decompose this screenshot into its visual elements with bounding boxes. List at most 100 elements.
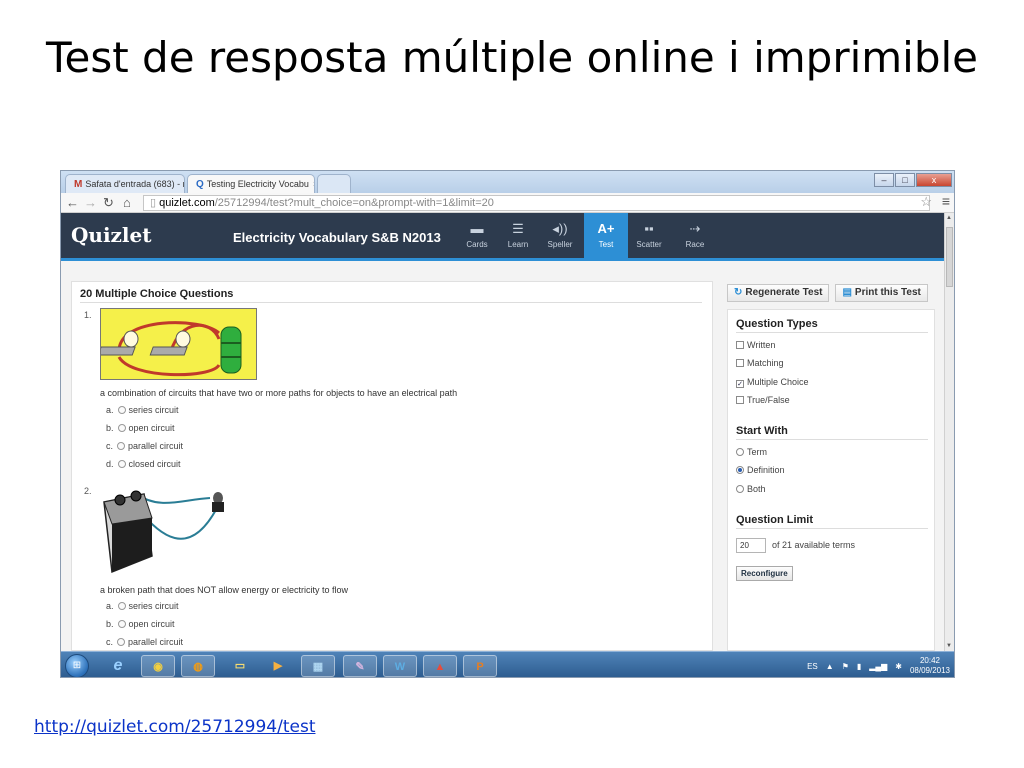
radio-button[interactable] xyxy=(117,424,126,432)
radio-button-selected[interactable] xyxy=(736,466,744,474)
signal-icon[interactable]: ▂▄▆ xyxy=(869,662,887,671)
print-test-button[interactable]: ▤ Print this Test xyxy=(835,284,928,302)
checkbox-written[interactable]: Written xyxy=(736,340,775,350)
new-tab-button[interactable] xyxy=(317,174,351,193)
checkbox-matching[interactable]: Matching xyxy=(736,358,784,368)
url-path: /25712994/test?mult_choice=on&prompt-wit… xyxy=(214,197,494,209)
firefox-icon[interactable]: ◍ xyxy=(181,655,215,677)
url-input[interactable]: ▯ quizlet.com/25712994/test?mult_choice=… xyxy=(143,195,930,211)
word-icon[interactable]: W xyxy=(383,655,417,677)
answer-option[interactable]: a. series circuit xyxy=(106,601,179,611)
address-bar-row: ← → ↻ ⌂ ▯ quizlet.com/25712994/test?mult… xyxy=(61,193,954,213)
window-close-icon[interactable]: x xyxy=(916,173,952,187)
answer-option[interactable]: c. parallel circuit xyxy=(106,637,183,647)
page-scrollbar[interactable]: ▲ ▼ xyxy=(944,213,954,651)
slide-link[interactable]: http://quizlet.com/25712994/test xyxy=(34,717,315,737)
question-number: 1. xyxy=(84,310,92,320)
checkbox-multiple-choice[interactable]: ✓ Multiple Choice xyxy=(736,377,809,388)
url-host: quizlet.com xyxy=(159,197,215,209)
mode-learn[interactable]: ☰ Learn xyxy=(496,213,540,258)
radio-both[interactable]: Both xyxy=(736,484,766,494)
close-icon[interactable]: × xyxy=(313,179,314,189)
checkbox[interactable] xyxy=(736,396,744,404)
window-controls: – □ x xyxy=(874,173,952,187)
regenerate-test-button[interactable]: ↻ Regenerate Test xyxy=(727,284,830,302)
radio-button[interactable] xyxy=(117,620,126,628)
mode-test[interactable]: A+ Test xyxy=(584,213,628,258)
mode-speller[interactable]: ◂)) Speller xyxy=(538,213,582,258)
page-icon: ▯ xyxy=(150,197,160,209)
radio-button[interactable] xyxy=(736,448,744,456)
language-indicator[interactable]: ES xyxy=(807,662,818,671)
mode-race[interactable]: ⇢ Race xyxy=(673,213,717,258)
media-player-icon[interactable]: ▶ xyxy=(261,655,295,677)
question-limit-heading: Question Limit xyxy=(736,514,928,529)
question-number: 2. xyxy=(84,486,92,496)
mode-scatter[interactable]: ▪▪ Scatter xyxy=(627,213,671,258)
tab-label: Testing Electricity Vocabu xyxy=(206,179,309,189)
home-icon[interactable]: ⌂ xyxy=(123,194,131,211)
tab-quizlet[interactable]: QTesting Electricity Vocabu × xyxy=(187,174,315,193)
checkmark-icon[interactable]: ✓ xyxy=(736,380,744,388)
radio-button[interactable] xyxy=(117,406,126,414)
clock[interactable]: 20:42 08/09/2013 xyxy=(910,656,950,676)
race-icon: ⇢ xyxy=(689,221,701,236)
sync-icon[interactable]: ✱ xyxy=(895,662,902,671)
test-content: 20 Multiple Choice Questions 1. a combin… xyxy=(71,281,713,651)
answer-option[interactable]: c. parallel circuit xyxy=(106,441,183,451)
slide-title: Test de resposta múltiple online i impri… xyxy=(45,33,979,82)
quizlet-icon: Q xyxy=(196,179,204,190)
refresh-icon: ↻ xyxy=(734,287,743,298)
powerpoint-icon[interactable]: P xyxy=(463,655,497,677)
start-button-icon[interactable]: ⊞ xyxy=(65,654,89,677)
reconfigure-button[interactable]: Reconfigure xyxy=(736,566,793,581)
answer-option[interactable]: b. open circuit xyxy=(106,423,175,433)
learn-icon: ☰ xyxy=(512,221,524,236)
scroll-up-icon[interactable]: ▲ xyxy=(946,215,952,221)
scroll-down-icon[interactable]: ▼ xyxy=(946,643,952,649)
forward-arrow-icon[interactable]: → xyxy=(84,194,97,211)
checkbox[interactable] xyxy=(736,359,744,367)
tab-gmail[interactable]: MSafata d'entrada (683) - m× xyxy=(65,174,185,193)
paint-icon[interactable]: ✎ xyxy=(343,655,377,677)
star-icon[interactable]: ☆ xyxy=(920,194,932,210)
radio-button[interactable] xyxy=(117,602,126,610)
mode-cards[interactable]: ▬ Cards xyxy=(455,213,499,258)
ie-icon[interactable]: e xyxy=(101,655,135,677)
test-options-panel: Question Types Written Matching ✓ Multipl… xyxy=(727,309,935,651)
section-title: 20 Multiple Choice Questions xyxy=(80,288,702,303)
checkbox[interactable] xyxy=(736,341,744,349)
answer-option[interactable]: a. series circuit xyxy=(106,405,179,415)
radio-definition[interactable]: Definition xyxy=(736,465,785,475)
question-limit-input[interactable]: 20 xyxy=(736,538,766,553)
radio-button[interactable] xyxy=(117,638,126,646)
back-arrow-icon[interactable]: ← xyxy=(66,194,79,211)
radio-button[interactable] xyxy=(736,485,744,493)
printer-icon: ▤ xyxy=(842,287,852,298)
pdf-icon[interactable]: ▲ xyxy=(423,655,457,677)
menu-icon[interactable]: ≡ xyxy=(942,193,950,209)
radio-button[interactable] xyxy=(117,460,126,468)
answer-option[interactable]: d. closed circuit xyxy=(106,459,181,469)
speaker-icon: ◂)) xyxy=(552,221,568,236)
minimize-icon[interactable]: – xyxy=(874,173,894,187)
question-text: a broken path that does NOT allow energy… xyxy=(100,585,348,595)
show-hidden-icons-icon[interactable]: ▲ xyxy=(826,662,834,671)
radio-button[interactable] xyxy=(117,442,126,450)
checkbox-true-false[interactable]: True/False xyxy=(736,395,790,405)
quizlet-logo[interactable]: Quizlet xyxy=(71,223,151,247)
network-icon[interactable]: ▮ xyxy=(857,662,861,671)
reload-icon[interactable]: ↻ xyxy=(103,194,114,211)
answer-option[interactable]: b. open circuit xyxy=(106,619,175,629)
scrollbar-thumb[interactable] xyxy=(946,227,953,287)
windows-taskbar: ⊞ e ◉ ◍ ▭ ▶ ▦ ✎ W ▲ P ES ▲ ⚑ ▮ ▂▄▆ ✱ 20:… xyxy=(61,651,954,677)
folder-icon[interactable]: ▭ xyxy=(223,655,257,677)
maximize-icon[interactable]: □ xyxy=(895,173,915,187)
battery-open-circuit-image xyxy=(100,480,240,576)
radio-term[interactable]: Term xyxy=(736,447,767,457)
chrome-icon[interactable]: ◉ xyxy=(141,655,175,677)
system-tray: ES ▲ ⚑ ▮ ▂▄▆ ✱ 20:42 08/09/2013 xyxy=(807,655,950,677)
flag-icon[interactable]: ⚑ xyxy=(842,662,849,671)
tab-bar: MSafata d'entrada (683) - m× QTesting El… xyxy=(61,171,954,193)
calculator-icon[interactable]: ▦ xyxy=(301,655,335,677)
